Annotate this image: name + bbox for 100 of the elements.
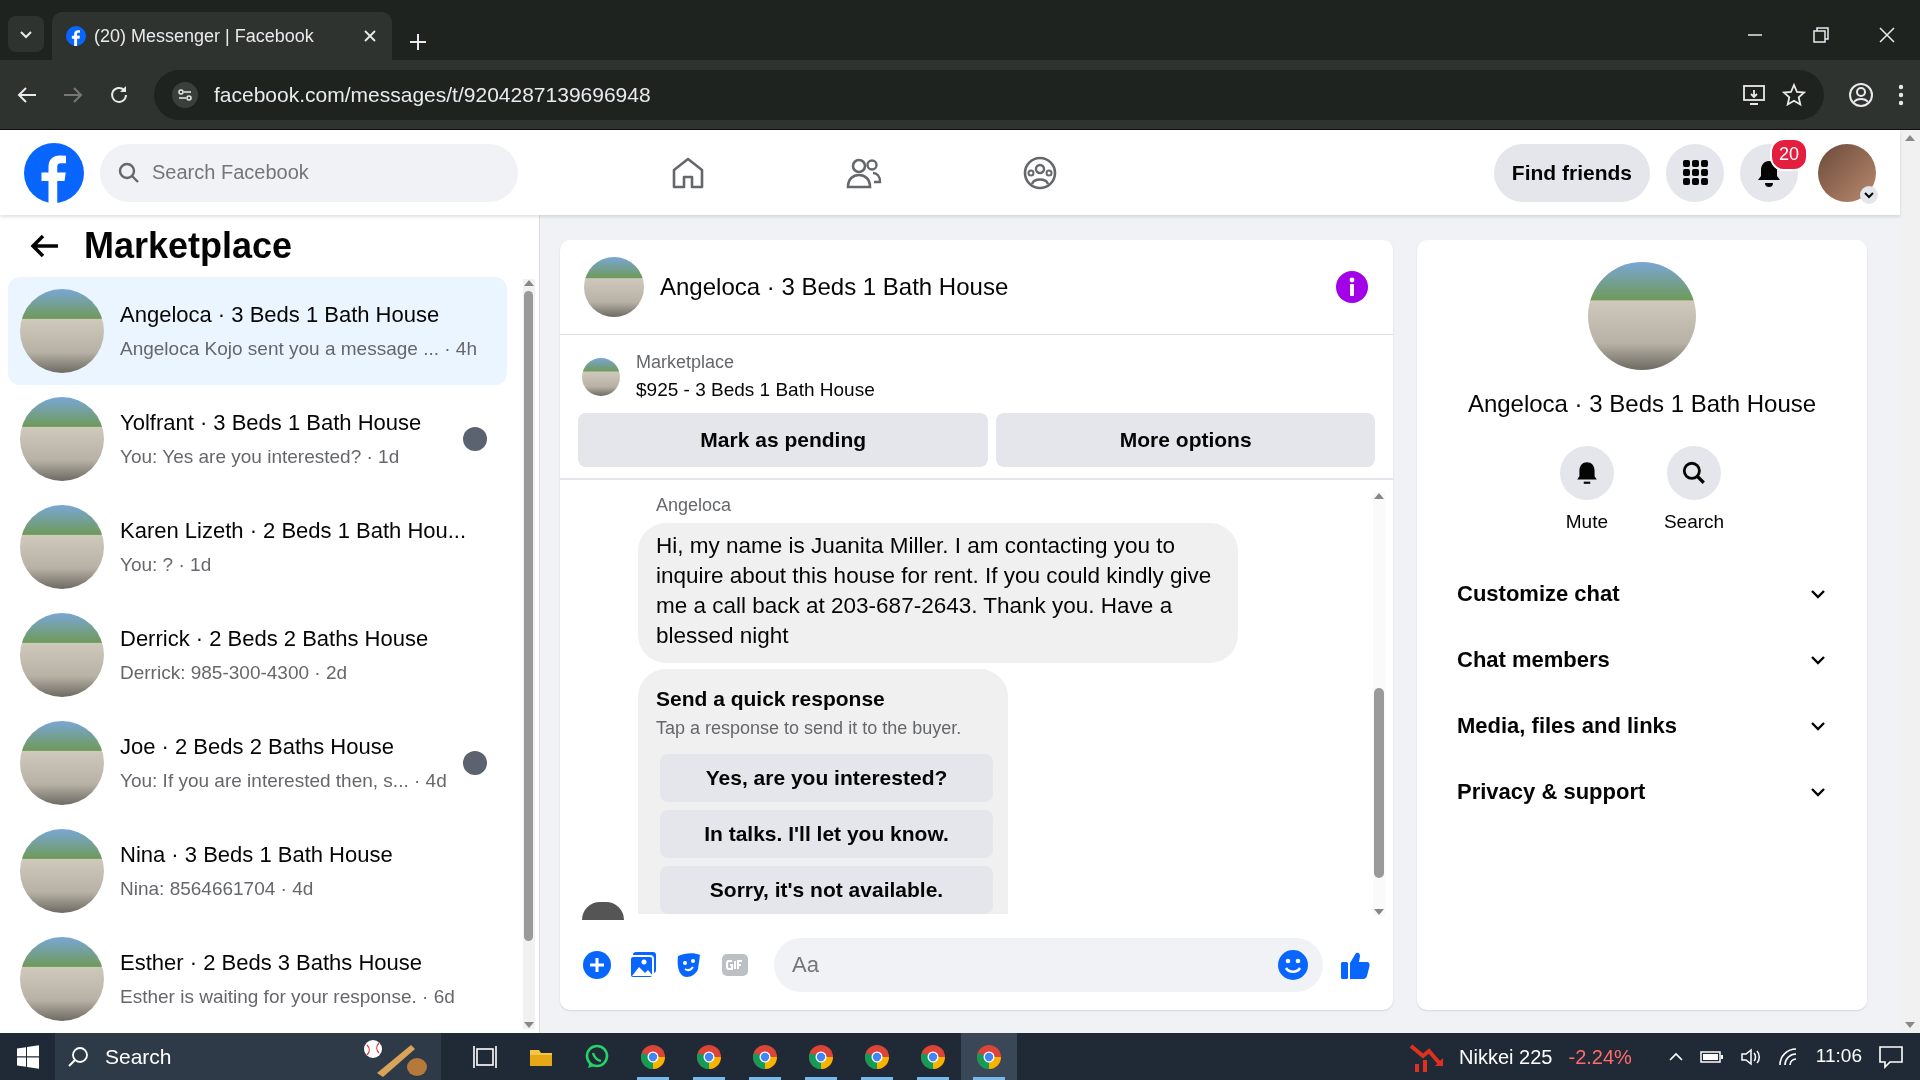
conversation-title: Esther · 2 Beds 3 Baths House xyxy=(120,949,424,978)
address-bar[interactable]: facebook.com/messages/t/9204287139696948 xyxy=(154,69,1824,120)
chevron-down-icon[interactable] xyxy=(1860,185,1878,204)
scroll-up-arrow-icon[interactable] xyxy=(1904,134,1916,142)
sender-name: Angeloca xyxy=(655,494,733,517)
chat-title: Angeloca · 3 Beds 1 Bath House xyxy=(660,272,1010,302)
sidebar-title: Marketplace xyxy=(84,224,293,268)
ticker-change: -2.24% xyxy=(1568,1044,1632,1070)
scroll-up-arrow-icon[interactable] xyxy=(522,279,535,287)
scroll-down-arrow-icon[interactable] xyxy=(1373,908,1385,916)
url-text: facebook.com/messages/t/9204287139696948 xyxy=(214,81,652,108)
browser-tab[interactable]: (20) Messenger | Facebook xyxy=(52,12,392,60)
quick-reply-button[interactable]: In talks. I'll let you know. xyxy=(660,809,993,858)
scroll-down-arrow-icon[interactable] xyxy=(1904,1021,1916,1029)
browser-icon[interactable] xyxy=(919,1042,947,1071)
browser-icon[interactable] xyxy=(975,1042,1003,1071)
quick-reply-button[interactable]: Sorry, it's not available. xyxy=(660,865,993,914)
ticker-name: Nikkei 225 xyxy=(1459,1044,1553,1070)
conversation-item[interactable]: Karen Lizeth · 2 Beds 1 Bath Hou... You: ? · 1d xyxy=(8,493,507,601)
section-header[interactable]: Media, files and links xyxy=(1439,692,1845,759)
emoji-icon[interactable] xyxy=(1277,949,1309,981)
speaker-icon[interactable] xyxy=(1739,1046,1762,1067)
tab-list-button[interactable] xyxy=(8,16,44,52)
browser-icon[interactable] xyxy=(807,1042,835,1071)
search-icon xyxy=(118,161,140,184)
section-header[interactable]: Customize chat xyxy=(1439,560,1845,627)
photo-icon[interactable] xyxy=(628,950,658,980)
conversation-title: Angeloca · 3 Beds 1 Bath House xyxy=(120,301,441,330)
browser-icon[interactable] xyxy=(695,1042,723,1071)
action-button[interactable]: Mark as pending xyxy=(578,412,989,467)
conversation-title: Yolfrant · 3 Beds 1 Bath House xyxy=(120,409,423,438)
message-preview: You: If you are interested then, s... · 4d xyxy=(120,769,447,794)
quick-response-title: Send a quick response xyxy=(656,686,886,712)
message-preview: Esther is waiting for your response. · 6d xyxy=(120,985,456,1010)
browser-icon[interactable] xyxy=(639,1042,667,1071)
conversation-title: Joe · 2 Beds 2 Baths House xyxy=(120,733,395,762)
action-label: Search xyxy=(1663,510,1725,534)
action-label: Mute xyxy=(1565,510,1608,534)
message-field[interactable]: Aa xyxy=(774,938,1323,992)
notification-icon[interactable] xyxy=(1878,1044,1904,1069)
message-preview: Derrick: 985-300-4300 · 2d xyxy=(120,661,349,686)
conversation-item[interactable]: Angeloca · 3 Beds 1 Bath House Angeloca Kojo sent you a message ... · 4h xyxy=(8,277,507,385)
back-arrow-icon[interactable] xyxy=(30,233,60,259)
browser-icon[interactable] xyxy=(751,1042,779,1071)
facebook-logo-icon[interactable] xyxy=(24,142,84,203)
conversation-title: Karen Lizeth · 2 Beds 1 Bath Hou... xyxy=(120,517,468,546)
notification-badge: 20 xyxy=(1769,137,1808,171)
facebook-logo-icon xyxy=(66,26,86,46)
details-title: Angeloca · 3 Beds 1 Bath House xyxy=(1467,389,1817,419)
site-settings-icon[interactable] xyxy=(172,81,198,108)
quick-reply-button[interactable]: Yes, are you interested? xyxy=(660,753,993,802)
close-icon[interactable] xyxy=(1878,26,1896,44)
chat-bubble-icon[interactable] xyxy=(583,1042,611,1071)
search-field[interactable]: Search Facebook xyxy=(100,143,518,202)
message-bubble: Hi, my name is Juanita Miller. I am contacting you to inquire about this house for rent. If you could kindly give me a call back at 203-687-2643. Thank you. Have a blessed night xyxy=(638,523,1238,663)
tab-title: (20) Messenger | Facebook xyxy=(94,24,315,48)
avatar-photo xyxy=(582,902,624,920)
icon-button[interactable] xyxy=(1667,446,1721,500)
close-icon[interactable] xyxy=(362,28,378,44)
conversation-title: Nina · 3 Beds 1 Bath House xyxy=(120,841,394,870)
profile-photo[interactable] xyxy=(1818,143,1876,202)
profile-icon[interactable] xyxy=(1848,81,1874,108)
house-photo xyxy=(582,357,620,396)
conversation-item[interactable]: Nina · 3 Beds 1 Bath House Nina: 8564661704 · 4d xyxy=(8,817,507,925)
search-icon xyxy=(1681,460,1707,486)
section-header[interactable]: Chat members xyxy=(1439,626,1845,693)
restore-icon[interactable] xyxy=(1812,26,1830,44)
conversation-item[interactable]: Esther · 2 Beds 3 Baths House Esther is waiting for your response. · 6d xyxy=(8,925,507,1033)
conversation-title: Derrick · 2 Beds 2 Baths House xyxy=(120,625,430,654)
quick-response-subtitle: Tap a response to send it to the buyer. xyxy=(656,716,963,740)
conversation-item[interactable]: Derrick · 2 Beds 2 Baths House Derrick: 985-300-4300 · 2d xyxy=(8,601,507,709)
message-preview: You: Yes are you interested? · 1d xyxy=(120,445,401,470)
bell-icon xyxy=(1756,158,1782,187)
scrollbar-thumb[interactable] xyxy=(524,291,534,941)
action-button[interactable]: More options xyxy=(996,412,1375,467)
info-icon[interactable] xyxy=(1335,270,1369,304)
install-icon[interactable] xyxy=(1742,82,1766,107)
scroll-down-arrow-icon[interactable] xyxy=(522,1021,535,1029)
conversation-item[interactable]: Yolfrant · 3 Beds 1 Bath House You: Yes are you interested? · 1d xyxy=(8,385,507,493)
icon-button[interactable] xyxy=(1559,446,1614,500)
search-icon xyxy=(67,1045,89,1068)
plus-icon[interactable] xyxy=(408,32,428,52)
menu-icon[interactable] xyxy=(1898,83,1904,106)
section-header[interactable]: Privacy & support xyxy=(1439,758,1845,825)
star-icon[interactable] xyxy=(1782,82,1806,107)
listing-label: Marketplace xyxy=(636,351,736,374)
clock-time[interactable]: 11:06 xyxy=(1815,1042,1862,1071)
house-photo xyxy=(584,257,644,317)
listing-title: $925 - 3 Beds 1 Bath House xyxy=(636,378,875,402)
scrollbar-thumb[interactable] xyxy=(1374,688,1384,878)
battery-icon[interactable] xyxy=(1699,1048,1724,1065)
search-field[interactable]: Search xyxy=(55,1033,441,1080)
browser-icon[interactable] xyxy=(863,1042,891,1071)
group-circle-icon[interactable] xyxy=(1022,154,1058,191)
conversation-item[interactable]: Joe · 2 Beds 2 Baths House You: If you are interested then, s... · 4d xyxy=(8,709,507,817)
scroll-up-arrow-icon[interactable] xyxy=(1373,492,1385,500)
windows-logo-icon[interactable] xyxy=(15,1044,40,1069)
grid-icon xyxy=(1681,159,1709,186)
message-preview: Angeloca Kojo sent you a message ... · 4h xyxy=(120,337,478,362)
find-friends-button[interactable]: Find friends xyxy=(1493,143,1650,202)
